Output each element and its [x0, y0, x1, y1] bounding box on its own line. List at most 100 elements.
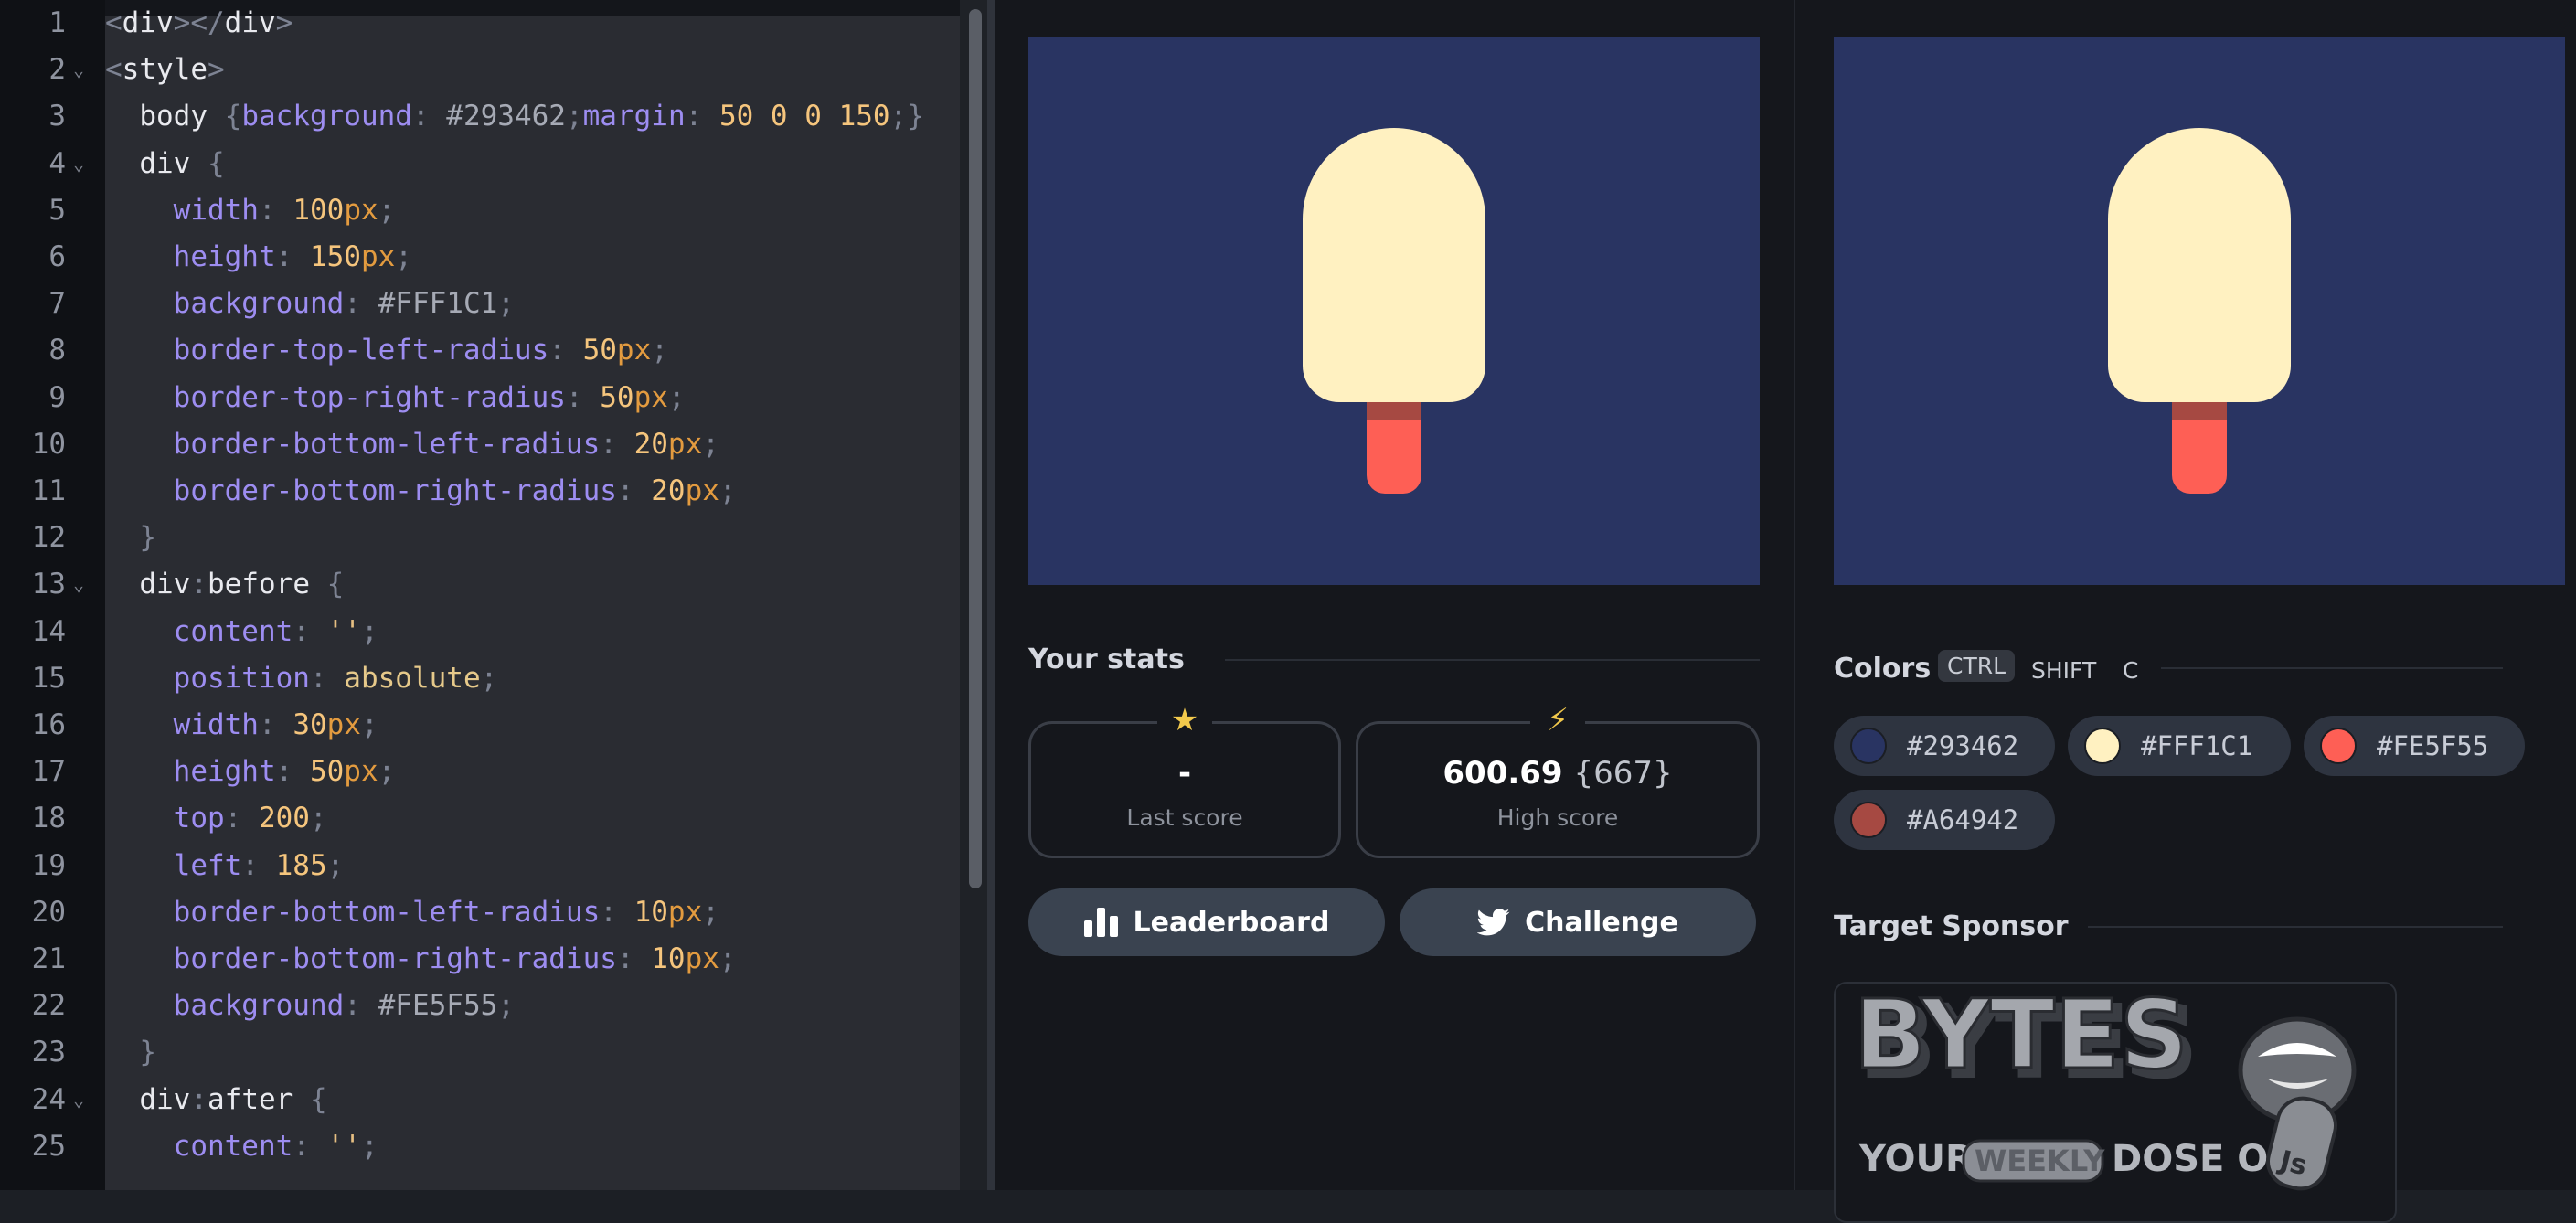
- code-text: border-bottom-left-radius: 10px;: [105, 895, 719, 929]
- shortcut-c: C: [2123, 657, 2139, 684]
- code-text: }: [105, 521, 156, 555]
- code-line[interactable]: 21 border-bottom-right-radius: 10px;: [0, 936, 960, 983]
- code-text: border-top-left-radius: 50px;: [105, 334, 668, 367]
- output-panel: Your stats ★ - Last score ⚡ 600.69 {667}…: [995, 0, 1794, 1190]
- pane-divider[interactable]: [987, 0, 995, 1190]
- high-score-match: {667}: [1573, 755, 1673, 792]
- code-text: width: 100px;: [105, 193, 396, 227]
- code-text: left: 185;: [105, 848, 345, 882]
- code-text: top: 200;: [105, 802, 327, 835]
- code-line[interactable]: 23 }: [0, 1029, 960, 1076]
- colors-divider: [2161, 667, 2503, 669]
- code-line[interactable]: 4 ⌄ div {: [0, 141, 960, 187]
- code-line[interactable]: 13 ⌄ div:before {: [0, 561, 960, 608]
- code-text: content: '';: [105, 614, 378, 648]
- target-preview[interactable]: [1834, 37, 2565, 585]
- shortcut-shift: SHIFT: [2031, 657, 2097, 684]
- leaderboard-button[interactable]: Leaderboard: [1028, 888, 1385, 956]
- code-line[interactable]: 22 background: #FE5F55;: [0, 983, 960, 1029]
- svg-text:WEEKLY: WEEKLY: [1975, 1143, 2105, 1178]
- code-line[interactable]: 15 position: absolute;: [0, 655, 960, 702]
- bar-chart-icon: [1083, 908, 1118, 937]
- high-score-value: 600.69 {667}: [1358, 755, 1757, 792]
- code-line[interactable]: 3 body {background: #293462;margin: 50 0…: [0, 93, 960, 140]
- color-chip-3[interactable]: #FE5F55: [2304, 716, 2525, 776]
- color-swatch-2: [2084, 728, 2121, 764]
- line-number: 13: [31, 568, 66, 601]
- code-text: div:before {: [105, 568, 345, 601]
- color-swatch-3: [2320, 728, 2357, 764]
- code-line[interactable]: 14 content: '';: [0, 609, 960, 655]
- code-text: <style>: [105, 53, 225, 87]
- code-line[interactable]: 17 height: 50px;: [0, 749, 960, 795]
- target-panel: Colors CTRL SHIFT C #293462 #FFF1C1 #FE5…: [1794, 0, 2576, 1223]
- sponsor-divider: [2088, 926, 2503, 928]
- challenge-button[interactable]: Challenge: [1400, 888, 1756, 956]
- sponsor-title: Target Sponsor: [1834, 910, 2069, 942]
- fold-chevron-icon[interactable]: ⌄: [73, 141, 84, 187]
- code-text: position: absolute;: [105, 661, 498, 695]
- line-number: 18: [31, 802, 66, 835]
- line-number: 21: [31, 942, 66, 975]
- code-text: border-top-right-radius: 50px;: [105, 380, 686, 414]
- output-preview[interactable]: [1028, 37, 1760, 585]
- svg-text:DOSE OF: DOSE OF: [2112, 1138, 2294, 1180]
- code-line[interactable]: 5 width: 100px;: [0, 187, 960, 234]
- popsicle-stick-shadow: [1367, 402, 1421, 420]
- challenge-label: Challenge: [1525, 906, 1678, 939]
- line-number: 7: [48, 287, 66, 321]
- line-number: 2: [48, 53, 66, 87]
- code-text: background: #FFF1C1;: [105, 287, 515, 321]
- code-text: border-bottom-left-radius: 20px;: [105, 427, 719, 461]
- code-line[interactable]: 24 ⌄ div:after {: [0, 1077, 960, 1123]
- target-popsicle-stick-shadow: [2172, 402, 2227, 420]
- shortcut-ctrl: CTRL: [1938, 650, 2016, 682]
- high-score-card: ⚡ 600.69 {667} High score: [1356, 702, 1760, 858]
- code-line[interactable]: 11 border-bottom-right-radius: 20px;: [0, 468, 960, 515]
- line-number: 9: [48, 380, 66, 414]
- sponsor-banner[interactable]: BYTES BYTES YOUR WEEKLY DOSE OF Js: [1834, 982, 2397, 1223]
- color-swatch-1: [1850, 728, 1887, 764]
- fold-chevron-icon[interactable]: ⌄: [73, 1077, 84, 1123]
- editor-scrollbar-thumb[interactable]: [969, 9, 982, 888]
- code-line[interactable]: 25 content: '';: [0, 1123, 960, 1170]
- code-line[interactable]: 2 ⌄ <style>: [0, 47, 960, 93]
- high-score-number: 600.69: [1442, 755, 1563, 792]
- code-line[interactable]: 1 <div></div>: [0, 0, 960, 47]
- popsicle-body: [1303, 128, 1485, 402]
- fold-chevron-icon[interactable]: ⌄: [73, 47, 84, 93]
- last-score-card: ★ - Last score: [1028, 702, 1341, 858]
- color-chip-2[interactable]: #FFF1C1: [2068, 716, 2291, 776]
- line-number: 1: [48, 6, 66, 39]
- line-number: 12: [31, 521, 66, 555]
- code-line[interactable]: 8 border-top-left-radius: 50px;: [0, 327, 960, 374]
- code-text: border-bottom-right-radius: 10px;: [105, 942, 737, 975]
- line-number: 3: [48, 100, 66, 133]
- color-chip-1[interactable]: #293462: [1834, 716, 2055, 776]
- code-text: content: '';: [105, 1129, 378, 1163]
- svg-text:YOUR: YOUR: [1858, 1138, 1974, 1180]
- code-text: height: 150px;: [105, 240, 412, 273]
- fold-chevron-icon[interactable]: ⌄: [73, 561, 84, 608]
- line-number: 24: [31, 1082, 66, 1116]
- code-line[interactable]: 19 left: 185;: [0, 843, 960, 889]
- line-number: 19: [31, 848, 66, 882]
- code-line[interactable]: 16 width: 30px;: [0, 702, 960, 749]
- code-line[interactable]: 7 background: #FFF1C1;: [0, 281, 960, 327]
- color-hex-1: #293462: [1907, 730, 2019, 761]
- code-line[interactable]: 12 }: [0, 515, 960, 561]
- code-line[interactable]: 20 border-bottom-left-radius: 10px;: [0, 889, 960, 936]
- twitter-icon: [1477, 909, 1510, 936]
- code-line[interactable]: 9 border-top-right-radius: 50px;: [0, 375, 960, 421]
- stats-title: Your stats: [1028, 643, 1185, 675]
- code-line[interactable]: 6 height: 150px;: [0, 234, 960, 281]
- lightning-icon: ⚡: [1530, 702, 1585, 739]
- target-popsicle-body: [2108, 128, 2291, 402]
- code-line[interactable]: 10 border-bottom-left-radius: 20px;: [0, 421, 960, 468]
- code-text: background: #FE5F55;: [105, 989, 515, 1023]
- line-number: 22: [31, 989, 66, 1023]
- code-editor[interactable]: 1 <div></div> 2 ⌄ <style> 3 body {background:…: [0, 0, 987, 1190]
- code-line[interactable]: 18 top: 200;: [0, 795, 960, 842]
- color-chip-4[interactable]: #A64942: [1834, 790, 2055, 850]
- code-text: width: 30px;: [105, 708, 378, 741]
